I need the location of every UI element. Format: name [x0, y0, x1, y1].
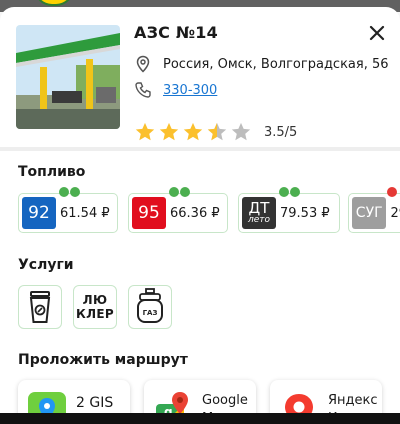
- address-text: Россия, Омск, Волгоградская, 56: [163, 56, 389, 72]
- service-coffee[interactable]: [18, 285, 62, 329]
- divider: [0, 147, 400, 151]
- close-icon[interactable]: [366, 22, 388, 44]
- fuel-card-dt[interactable]: ДТ лето 79.53 ₽: [238, 187, 340, 233]
- rating: 3.5/5: [134, 121, 297, 143]
- fuel-price: 61.54 ₽: [60, 205, 110, 221]
- phone-link[interactable]: 330-300: [163, 83, 217, 98]
- route-label: 2 GIS: [76, 395, 114, 411]
- fuel-heading: Топливо: [18, 164, 86, 180]
- fuel-badge-main: ДТ: [248, 199, 270, 217]
- star-icon: [183, 122, 203, 141]
- station-photo: [16, 25, 120, 129]
- lukler-line2: КЛЕР: [76, 307, 114, 321]
- status-dot: [387, 187, 397, 197]
- service-gas[interactable]: ГАЗ: [128, 285, 172, 329]
- gas-cylinder-icon: ГАЗ: [137, 288, 163, 323]
- fuel-card-sug[interactable]: СУГ 29: [348, 187, 400, 233]
- fuel-price: 79.53 ₽: [280, 205, 330, 221]
- status-dots: [59, 187, 81, 197]
- fuel-badge: ДТ лето: [242, 197, 276, 229]
- fuel-card-95[interactable]: 95 66.36 ₽: [128, 187, 228, 233]
- rating-value: 3.5/5: [264, 124, 298, 140]
- route-heading: Проложить маршрут: [18, 352, 188, 368]
- status-dots: [387, 187, 398, 197]
- gas-label: ГАЗ: [143, 309, 158, 317]
- fuel-badge-sub: лето: [247, 215, 271, 225]
- status-dot: [59, 187, 69, 197]
- status-dot: [180, 187, 190, 197]
- address-row: Россия, Омск, Волгоградская, 56: [134, 55, 389, 73]
- status-dot: [290, 187, 300, 197]
- phone-row[interactable]: 330-300: [134, 81, 217, 99]
- phone-icon: [135, 82, 151, 98]
- star-empty-icon: [231, 122, 251, 141]
- system-nav-bar: [0, 413, 400, 424]
- status-dots: [169, 187, 191, 197]
- coffee-cup-icon: [29, 291, 51, 323]
- location-pin-icon: [136, 55, 150, 73]
- station-card: АЗС №14 Россия, Омск, Волгоградская, 56 …: [0, 7, 400, 424]
- fuel-price: 29: [390, 205, 400, 221]
- services-heading: Услуги: [18, 257, 74, 273]
- status-dots: [279, 187, 301, 197]
- fuel-badge: 95: [132, 197, 166, 229]
- status-dot: [169, 187, 179, 197]
- lukler-line1: ЛЮ: [82, 293, 108, 307]
- lukler-icon: ЛЮ КЛЕР: [76, 293, 114, 321]
- fuel-price: 66.36 ₽: [170, 205, 220, 221]
- brand-logo: [34, 0, 74, 6]
- status-dot: [279, 187, 289, 197]
- service-lukler[interactable]: ЛЮ КЛЕР: [73, 285, 117, 329]
- status-dot: [70, 187, 80, 197]
- star-icon: [135, 122, 155, 141]
- star-icon: [159, 122, 179, 141]
- fuel-card-92[interactable]: 92 61.54 ₽: [18, 187, 118, 233]
- star-half-icon: [207, 122, 227, 141]
- fuel-badge: 92: [22, 197, 56, 229]
- station-title: АЗС №14: [134, 23, 218, 42]
- fuel-badge: СУГ: [352, 197, 387, 229]
